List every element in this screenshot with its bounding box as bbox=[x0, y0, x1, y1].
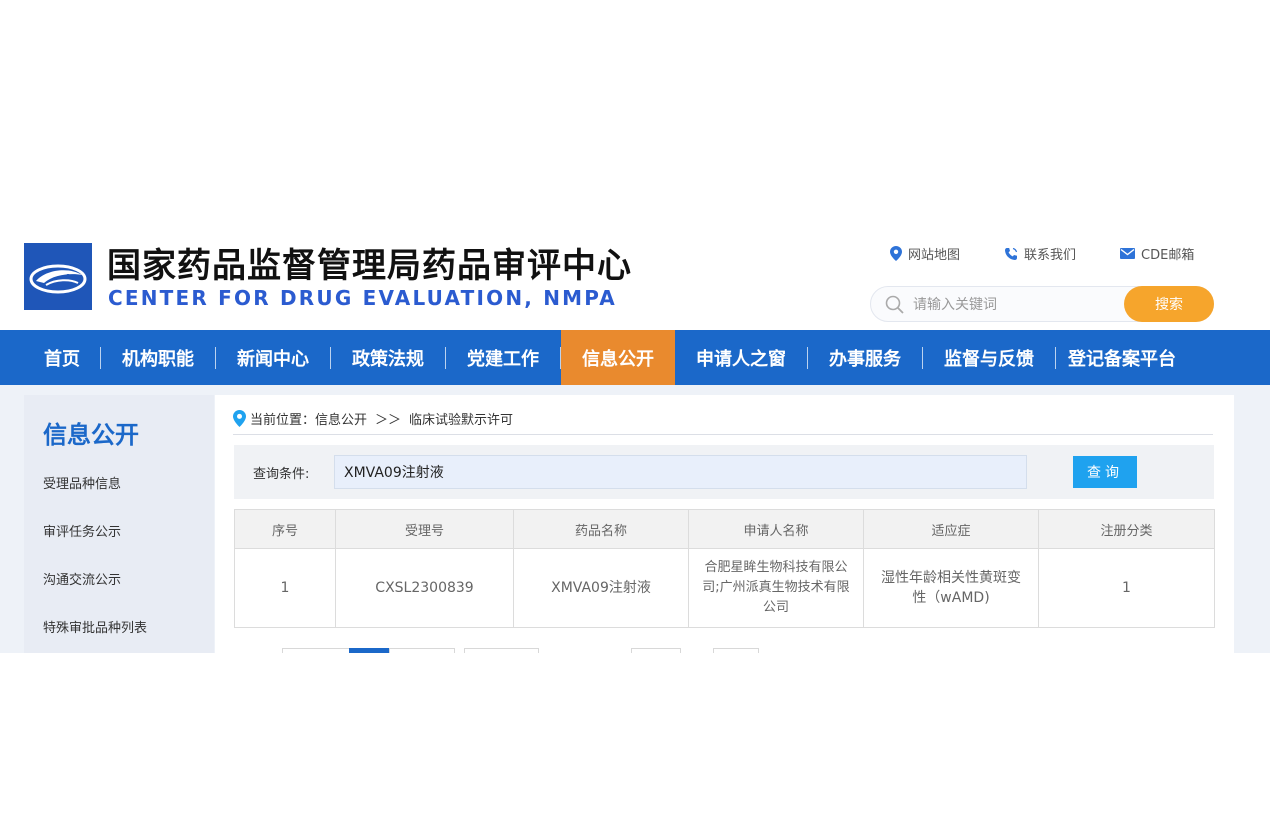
sidebar: 信息公开 受理品种信息 审评任务公示 沟通交流公示 特殊审批品种列表 bbox=[24, 395, 214, 653]
nav-home[interactable]: 首页 bbox=[24, 330, 100, 385]
query-input[interactable]: XMVA09注射液 bbox=[334, 455, 1027, 489]
table-header-row: 序号 受理号 药品名称 申请人名称 适应症 注册分类 bbox=[234, 509, 1215, 549]
top-links: 网站地图 联系我们 CDE邮箱 bbox=[890, 244, 1194, 263]
mail-icon bbox=[1120, 248, 1136, 259]
col-header-index: 序号 bbox=[234, 509, 336, 549]
mail-label: CDE邮箱 bbox=[1141, 248, 1195, 263]
cell-indication: 湿性年龄相关性黄斑变性（wAMD) bbox=[863, 548, 1039, 628]
query-button[interactable]: 查询 bbox=[1073, 456, 1137, 488]
pager-prev[interactable] bbox=[282, 648, 350, 653]
sidebar-item-special-approval[interactable]: 特殊审批品种列表 bbox=[43, 617, 147, 636]
col-header-indication: 适应症 bbox=[863, 509, 1039, 549]
query-bar: 查询条件: XMVA09注射液 查询 bbox=[234, 445, 1214, 499]
search-button[interactable]: 搜索 bbox=[1124, 286, 1214, 322]
breadcrumb-prefix: 当前位置： bbox=[250, 413, 316, 428]
location-pin-icon bbox=[233, 410, 246, 427]
breadcrumb-info-public[interactable]: 信息公开 bbox=[315, 409, 367, 428]
nav-info-public[interactable]: 信息公开 bbox=[561, 330, 675, 385]
sidebar-item-accepted[interactable]: 受理品种信息 bbox=[43, 473, 121, 492]
col-header-applicant: 申请人名称 bbox=[688, 509, 864, 549]
cell-reg-class: 1 bbox=[1038, 548, 1215, 628]
sidebar-item-communication[interactable]: 沟通交流公示 bbox=[43, 569, 121, 588]
contact-label: 联系我们 bbox=[1024, 248, 1077, 263]
pager-current[interactable] bbox=[349, 648, 389, 653]
pager-goto-button[interactable] bbox=[713, 648, 759, 653]
site-search: 搜索 bbox=[870, 286, 1214, 322]
main-panel: 当前位置： 信息公开 ＞＞ 临床试验默示许可 查询条件: XMVA09注射液 查… bbox=[215, 395, 1234, 653]
breadcrumb-separator: ＞＞ bbox=[375, 413, 402, 428]
table-row[interactable]: 1 CXSL2300839 XMVA09注射液 合肥星眸生物科技有限公司;广州派… bbox=[234, 548, 1215, 628]
site-title: 国家药品监督管理局药品审评中心 bbox=[107, 246, 632, 286]
main-nav: 首页 机构职能 新闻中心 政策法规 党建工作 信息公开 申请人之窗 办事服务 监… bbox=[0, 330, 1270, 385]
breadcrumb: 当前位置： 信息公开 ＞＞ 临床试验默示许可 bbox=[233, 409, 513, 428]
cell-index: 1 bbox=[234, 548, 336, 628]
cde-logo[interactable] bbox=[24, 243, 92, 310]
nav-feedback[interactable]: 监督与反馈 bbox=[923, 330, 1055, 385]
phone-icon bbox=[1005, 247, 1018, 260]
site-header: 国家药品监督管理局药品审评中心 CENTER FOR DRUG EVALUATI… bbox=[0, 230, 1270, 330]
nav-news[interactable]: 新闻中心 bbox=[216, 330, 330, 385]
nav-functions[interactable]: 机构职能 bbox=[101, 330, 215, 385]
mail-link[interactable]: CDE邮箱 bbox=[1120, 244, 1194, 263]
query-label: 查询条件: bbox=[253, 467, 310, 482]
cell-applicant: 合肥星眸生物科技有限公司;广州派真生物技术有限公司 bbox=[688, 548, 864, 628]
col-header-drug-name: 药品名称 bbox=[513, 509, 689, 549]
sitemap-label: 网站地图 bbox=[908, 248, 961, 263]
nav-policy[interactable]: 政策法规 bbox=[331, 330, 445, 385]
cell-accept-no: CXSL2300839 bbox=[335, 548, 514, 628]
results-table: 序号 受理号 药品名称 申请人名称 适应症 注册分类 1 CXSL2300839… bbox=[234, 509, 1215, 628]
breadcrumb-divider bbox=[233, 434, 1213, 435]
pager-last[interactable] bbox=[464, 648, 539, 653]
sitemap-link[interactable]: 网站地图 bbox=[890, 244, 960, 263]
site-subtitle: CENTER FOR DRUG EVALUATION, NMPA bbox=[108, 286, 617, 310]
nav-registration[interactable]: 登记备案平台 bbox=[1056, 330, 1188, 385]
breadcrumb-current[interactable]: 临床试验默示许可 bbox=[409, 409, 513, 428]
pager-goto-input[interactable] bbox=[631, 648, 681, 653]
nav-applicant[interactable]: 申请人之窗 bbox=[675, 330, 807, 385]
contact-link[interactable]: 联系我们 bbox=[1004, 244, 1076, 263]
search-icon bbox=[885, 295, 904, 314]
sidebar-item-review-tasks[interactable]: 审评任务公示 bbox=[43, 521, 121, 540]
col-header-accept-no: 受理号 bbox=[335, 509, 514, 549]
search-input[interactable] bbox=[913, 294, 1113, 316]
pager-next[interactable] bbox=[389, 648, 455, 653]
sidebar-title: 信息公开 bbox=[43, 421, 139, 449]
nav-services[interactable]: 办事服务 bbox=[808, 330, 922, 385]
nav-party[interactable]: 党建工作 bbox=[446, 330, 560, 385]
location-pin-icon bbox=[890, 246, 902, 261]
cell-drug-name: XMVA09注射液 bbox=[513, 548, 689, 628]
col-header-reg-class: 注册分类 bbox=[1038, 509, 1215, 549]
